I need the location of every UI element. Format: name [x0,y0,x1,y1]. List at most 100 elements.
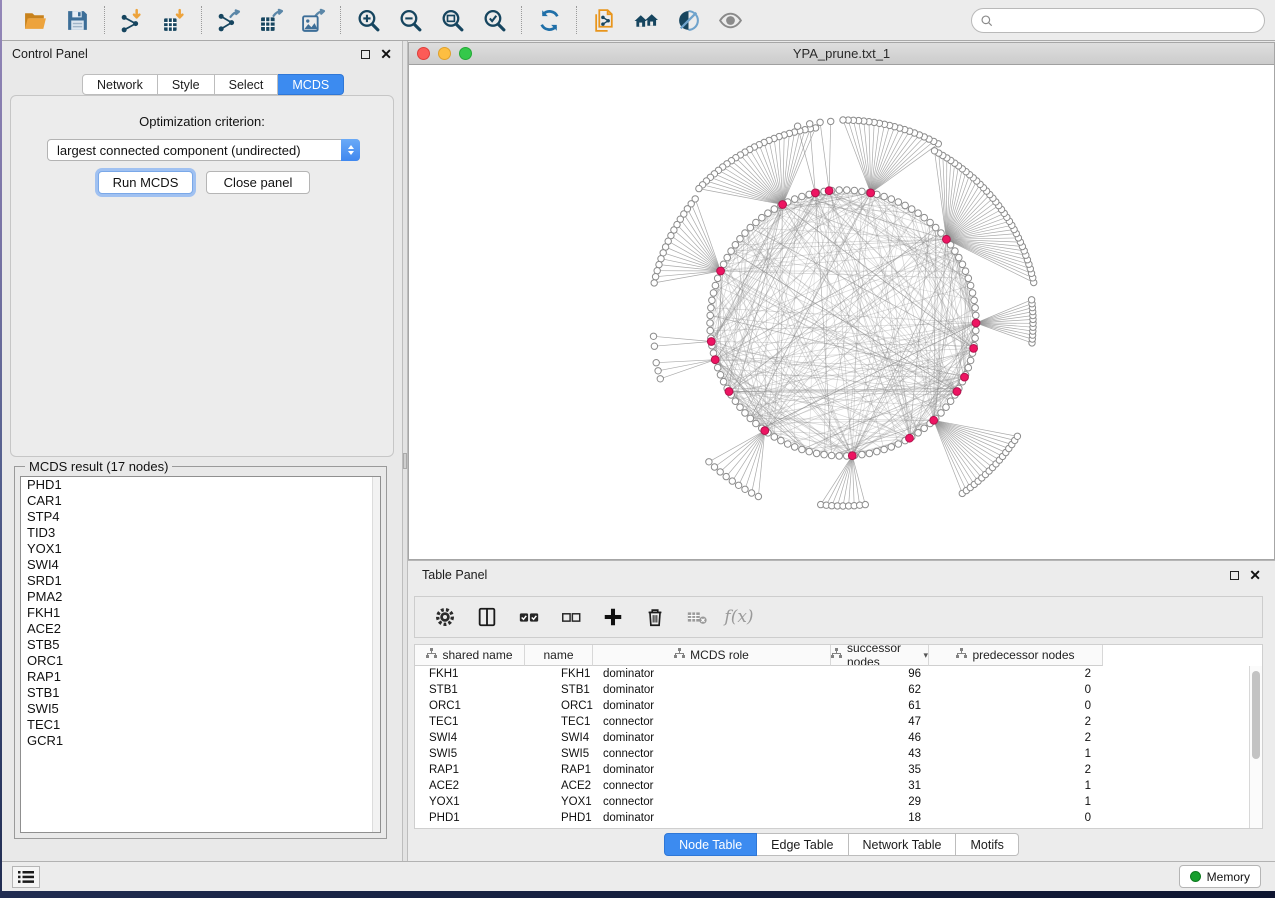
table-row[interactable]: YOX1YOX1connector291 [415,794,1262,810]
screen: Control Panel ✕ NetworkStyleSelectMCDS O… [0,0,1275,898]
result-list-scrollbar[interactable] [372,477,380,832]
refresh-button[interactable] [532,4,566,36]
table-scrollbar[interactable] [1249,666,1262,828]
result-node-item[interactable]: STP4 [21,509,380,525]
table-row[interactable]: RAP1RAP1dominator352 [415,762,1262,778]
open-file-button[interactable] [18,4,52,36]
float-table-panel-icon[interactable] [1230,571,1239,580]
table-cell: 46 [831,730,929,746]
table-cell: dominator [593,730,831,746]
table-cell: 29 [831,794,929,810]
result-node-item[interactable]: GCR1 [21,733,380,749]
result-node-item[interactable]: STB1 [21,685,380,701]
export-network-button[interactable] [212,4,246,36]
zoom-fit-button[interactable] [435,4,469,36]
table-row[interactable]: ORC1ORC1dominator610 [415,698,1262,714]
clone-network-button[interactable] [587,4,621,36]
column-header-MCDS-role[interactable]: MCDS role [593,645,831,666]
zoom-selected-button[interactable] [477,4,511,36]
table-row[interactable]: SWI4SWI4dominator462 [415,730,1262,746]
tab-edge-table[interactable]: Edge Table [757,833,848,856]
node-table: shared name nameMCDS rolesuccessor nodes▾… [414,644,1263,829]
result-node-item[interactable]: TID3 [21,525,380,541]
result-node-item[interactable]: STB5 [21,637,380,653]
export-image-button[interactable] [296,4,330,36]
tab-network-table[interactable]: Network Table [849,833,957,856]
minimize-window-button[interactable] [438,47,451,60]
search-icon [980,14,994,28]
row-filler [1103,762,1262,778]
column-header-predecessor-nodes[interactable]: predecessor nodes [929,645,1103,666]
result-node-item[interactable]: PHD1 [21,477,380,493]
table-row[interactable]: FKH1FKH1dominator962 [415,666,1262,682]
result-node-item[interactable]: YOX1 [21,541,380,557]
result-node-item[interactable]: SWI5 [21,701,380,717]
tab-node-table[interactable]: Node Table [664,833,757,856]
columns-button[interactable] [473,601,501,633]
tab-motifs[interactable]: Motifs [956,833,1018,856]
result-node-item[interactable]: SWI4 [21,557,380,573]
result-node-item[interactable]: ORC1 [21,653,380,669]
main-area: Control Panel ✕ NetworkStyleSelectMCDS O… [2,41,1275,891]
optimization-criterion-select[interactable]: largest connected component (undirected) [47,139,360,161]
memory-button[interactable]: Memory [1179,865,1261,888]
first-neighbors-button[interactable] [629,4,663,36]
column-header-name[interactable]: name [525,645,593,666]
mcds-result-list[interactable]: PHD1CAR1STP4TID3YOX1SWI4SRD1PMA2FKH1ACE2… [20,476,381,833]
result-node-item[interactable]: RAP1 [21,669,380,685]
search-box[interactable] [971,8,1265,33]
row-filler [1103,810,1262,826]
table-cell: 1 [929,746,1103,762]
float-panel-icon[interactable] [361,50,370,59]
result-node-item[interactable]: PMA2 [21,589,380,605]
tab-style[interactable]: Style [158,74,215,95]
table-scrollbar-thumb[interactable] [1252,671,1260,759]
column-header-shared-name[interactable]: shared name [415,645,525,666]
tab-mcds[interactable]: MCDS [278,74,344,95]
close-table-panel-icon[interactable]: ✕ [1249,568,1261,582]
result-node-item[interactable]: CAR1 [21,493,380,509]
import-table-button[interactable] [157,4,191,36]
network-titlebar: YPA_prune.txt_1 [409,43,1274,65]
network-canvas-svg [409,65,1275,561]
result-node-item[interactable]: TEC1 [21,717,380,733]
table-row[interactable]: ACE2ACE2connector311 [415,778,1262,794]
zoom-out-button[interactable] [393,4,427,36]
column-header-successor-nodes[interactable]: successor nodes▾ [831,645,929,666]
show-details-button[interactable] [713,4,747,36]
table-row[interactable]: PHD1PHD1dominator180 [415,810,1262,826]
run-mcds-button[interactable]: Run MCDS [98,171,193,194]
result-node-item[interactable]: SRD1 [21,573,380,589]
table-panel: Table Panel ✕ f(x) shared namenameMCDS r… [408,560,1275,861]
import-network-button[interactable] [115,4,149,36]
column-label: shared name [442,648,512,662]
mcds-tab-panel: Optimization criterion: largest connecte… [10,95,394,457]
table-row[interactable]: TEC1TEC1connector472 [415,714,1262,730]
network-canvas[interactable] [409,65,1274,559]
search-input[interactable] [999,14,1256,28]
result-node-item[interactable]: FKH1 [21,605,380,621]
result-node-item[interactable]: ACE2 [21,621,380,637]
zoom-in-button[interactable] [351,4,385,36]
gear-button[interactable] [431,601,459,633]
close-window-button[interactable] [417,47,430,60]
splitter-grip[interactable] [403,453,407,469]
table-cell: ORC1 [415,698,525,714]
tab-network[interactable]: Network [82,74,158,95]
column-type-icon [426,648,437,662]
table-row[interactable]: SWI5SWI5connector431 [415,746,1262,762]
task-history-button[interactable] [12,866,40,888]
close-panel-icon[interactable]: ✕ [380,47,392,61]
deselect-all-button[interactable] [557,601,585,633]
select-all-button[interactable] [515,601,543,633]
hide-details-button[interactable] [671,4,705,36]
tab-select[interactable]: Select [215,74,279,95]
table-cell: connector [593,714,831,730]
table-row[interactable]: STB1STB1dominator620 [415,682,1262,698]
maximize-window-button[interactable] [459,47,472,60]
save-session-button[interactable] [60,4,94,36]
delete-button[interactable] [641,601,669,633]
close-panel-button[interactable]: Close panel [206,171,310,194]
export-table-button[interactable] [254,4,288,36]
add-button[interactable] [599,601,627,633]
